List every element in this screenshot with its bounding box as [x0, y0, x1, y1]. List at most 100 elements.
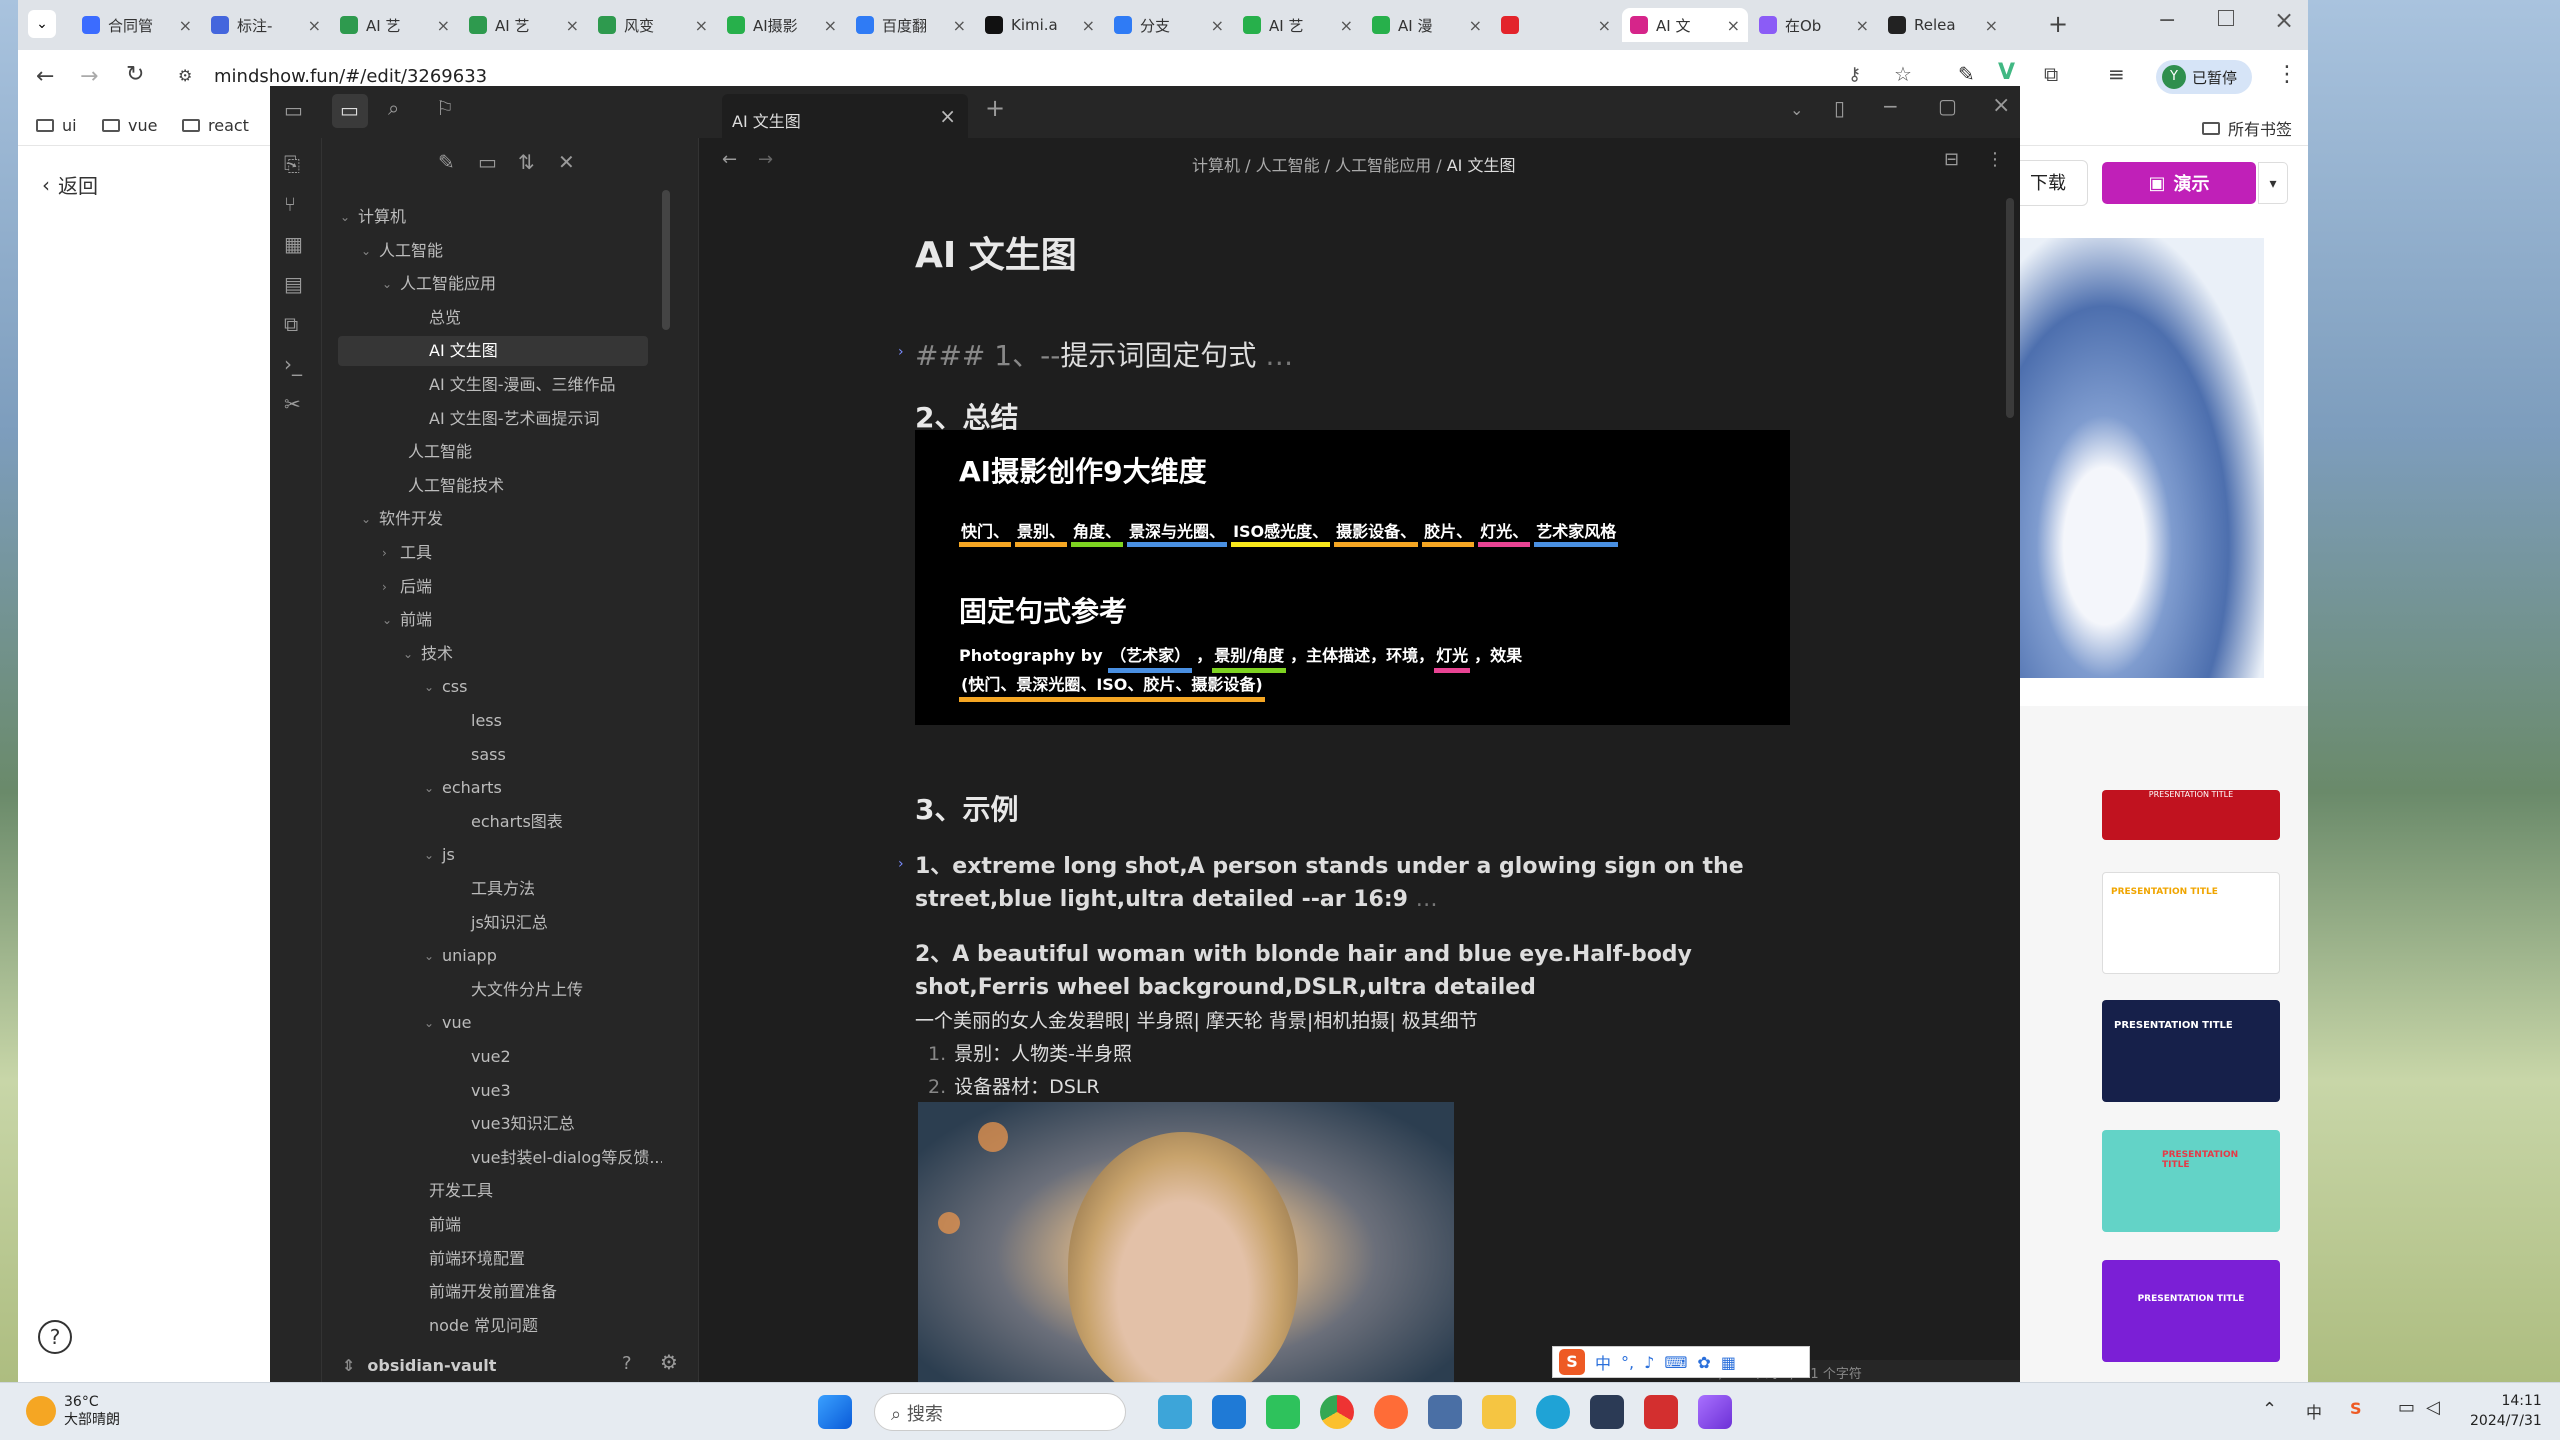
tab-close-icon[interactable]: ×: [1727, 16, 1740, 35]
chevron-down-icon[interactable]: ⌄: [424, 672, 434, 702]
pen-icon[interactable]: ✎: [1958, 62, 1975, 86]
breadcrumb-item[interactable]: 人工智能: [1256, 156, 1320, 175]
tree-file[interactable]: 工具方法: [338, 874, 648, 904]
tray-sogou-icon[interactable]: S: [2350, 1399, 2362, 1418]
nav-back-icon[interactable]: ←: [722, 150, 737, 170]
chrome-icon[interactable]: [1320, 1395, 1354, 1429]
right-sidebar-icon[interactable]: ▯: [1834, 98, 1845, 118]
slide-thumb[interactable]: PRESENTATION TITLE: [2102, 1000, 2280, 1102]
browser-tab[interactable]: Relea ×: [1880, 8, 2006, 42]
present-button[interactable]: ▣ 演示: [2102, 162, 2256, 204]
browser-tab[interactable]: AI 艺 ×: [332, 8, 458, 42]
tree-file[interactable]: 人工智能: [338, 437, 648, 467]
chevron-down-icon[interactable]: ⌄: [382, 269, 392, 299]
help-icon[interactable]: ?: [622, 1354, 632, 1374]
nav-forward-icon[interactable]: →: [758, 150, 773, 170]
tree-folder[interactable]: ⌄ echarts: [338, 773, 648, 803]
chevron-down-icon[interactable]: ⌄: [424, 840, 434, 870]
breadcrumb-item[interactable]: 人工智能应用: [1335, 156, 1431, 175]
bookmark-ui[interactable]: ui: [36, 116, 77, 135]
extensions-icon[interactable]: ⧉: [2044, 62, 2058, 86]
vue-devtools-icon[interactable]: V: [1998, 60, 2015, 85]
browser-tab[interactable]: 合同管 ×: [74, 8, 200, 42]
address-bar[interactable]: mindshow.fun/#/edit/3269633: [214, 66, 487, 87]
tree-folder[interactable]: ⌄ uniapp: [338, 941, 648, 971]
tab-list-icon[interactable]: ⌄: [1790, 100, 1803, 120]
new-tab-icon[interactable]: +: [985, 96, 1005, 120]
browser-icon[interactable]: [1536, 1395, 1570, 1429]
tree-file[interactable]: 前端开发前置准备: [338, 1277, 648, 1307]
daily-note-icon[interactable]: ▤: [284, 274, 303, 294]
toggle-sidebar-icon[interactable]: ▭: [284, 100, 303, 120]
tree-folder[interactable]: ⌄ vue: [338, 1008, 648, 1038]
tree-file[interactable]: less: [338, 706, 648, 736]
tree-folder[interactable]: ⌄ 计算机: [338, 202, 648, 232]
obsidian-icon[interactable]: [1698, 1395, 1732, 1429]
canvas-icon[interactable]: ▦: [284, 234, 303, 254]
tab-close-icon[interactable]: ×: [1985, 16, 1998, 35]
minimize-button[interactable]: −: [2158, 8, 2176, 33]
tools-icon[interactable]: ✂: [284, 394, 301, 414]
mic-icon[interactable]: ♪: [1644, 1353, 1654, 1372]
back-link[interactable]: ‹ 返回: [42, 170, 98, 199]
taskbar-search[interactable]: ⌕ 搜索: [874, 1393, 1126, 1431]
tab-close-icon[interactable]: ×: [1598, 16, 1611, 35]
chevron-down-icon[interactable]: ⌄: [361, 504, 371, 534]
chevron-down-icon[interactable]: ⌄: [382, 605, 392, 635]
bookmark-vue[interactable]: vue: [102, 116, 157, 135]
templates-icon[interactable]: ⧉: [284, 314, 298, 334]
slide-thumb[interactable]: PRESENTATION TITLE: [2102, 1130, 2280, 1232]
vault-switcher[interactable]: ⇕ obsidian-vault: [342, 1356, 496, 1375]
slide-thumb[interactable]: PRESENTATION TITLE: [2102, 872, 2280, 974]
browser-tab[interactable]: AI 文 ×: [1622, 8, 1748, 42]
tree-file[interactable]: 开发工具: [338, 1176, 648, 1206]
editor-scrollbar[interactable]: [2006, 198, 2014, 418]
browser-tab[interactable]: 风变 ×: [590, 8, 716, 42]
chevron-down-icon[interactable]: ⌄: [424, 941, 434, 971]
tab-close-icon[interactable]: ×: [566, 16, 579, 35]
tree-file[interactable]: vue3: [338, 1076, 648, 1106]
file-explorer-icon[interactable]: [1482, 1395, 1516, 1429]
chevron-down-icon[interactable]: ⌄: [403, 639, 413, 669]
search-icon[interactable]: ⌕: [388, 98, 399, 118]
tree-folder[interactable]: › 后端: [338, 572, 648, 602]
slide-thumb[interactable]: PRESENTATION TITLE: [2102, 790, 2280, 840]
tree-file[interactable]: vue3知识汇总: [338, 1109, 648, 1139]
tree-file[interactable]: node 常见问题: [338, 1311, 648, 1341]
browser-tab[interactable]: 在Ob ×: [1751, 8, 1877, 42]
network-icon[interactable]: ▭: [2398, 1397, 2415, 1418]
tree-file[interactable]: AI 文生图-艺术画提示词: [338, 404, 648, 434]
ime-mode[interactable]: 中: [1595, 1350, 1611, 1374]
tree-folder[interactable]: ⌄ 软件开发: [338, 504, 648, 534]
settings-icon[interactable]: ⚙: [660, 1352, 678, 1372]
tray-chevron-icon[interactable]: ⌃: [2262, 1399, 2277, 1420]
new-note-icon[interactable]: ✎: [438, 152, 455, 172]
weather-widget[interactable]: 36°C 大部晴朗: [26, 1393, 120, 1429]
tab-close-icon[interactable]: ×: [437, 16, 450, 35]
tree-file[interactable]: echarts图表: [338, 807, 648, 837]
password-key-icon[interactable]: ⚷: [1848, 64, 1861, 85]
maximize-button[interactable]: [2218, 10, 2234, 26]
bookmark-icon[interactable]: ⚐: [436, 98, 454, 118]
tree-file[interactable]: 总览: [338, 303, 648, 333]
browser-tab[interactable]: AI 艺 ×: [461, 8, 587, 42]
browser-tab[interactable]: 标注- ×: [203, 8, 329, 42]
chevron-right-icon[interactable]: ›: [382, 572, 387, 602]
tree-file[interactable]: 人工智能技术: [338, 471, 648, 501]
keyboard-icon[interactable]: ⌨: [1664, 1353, 1687, 1372]
browser-tab[interactable]: AI 漫 ×: [1364, 8, 1490, 42]
quick-switcher-icon[interactable]: ⎘: [284, 154, 300, 174]
tree-folder[interactable]: ⌄ 前端: [338, 605, 648, 635]
tab-close-icon[interactable]: ×: [1856, 16, 1869, 35]
chevron-down-icon[interactable]: ⌄: [361, 236, 371, 266]
site-info-icon[interactable]: ⚙: [178, 66, 192, 85]
command-palette-icon[interactable]: ›_: [284, 354, 302, 374]
menu-icon[interactable]: ⋮: [2276, 62, 2298, 87]
tree-file[interactable]: 前端环境配置: [338, 1244, 648, 1274]
tree-file[interactable]: 大文件分片上传: [338, 975, 648, 1005]
task-view-icon[interactable]: [1428, 1395, 1462, 1429]
more-options-icon[interactable]: ⋮: [1986, 150, 2004, 170]
present-dropdown[interactable]: ▾: [2258, 162, 2288, 204]
media-control-icon[interactable]: ≡: [2108, 62, 2125, 86]
note-tab[interactable]: AI 文生图 ×: [722, 94, 968, 138]
